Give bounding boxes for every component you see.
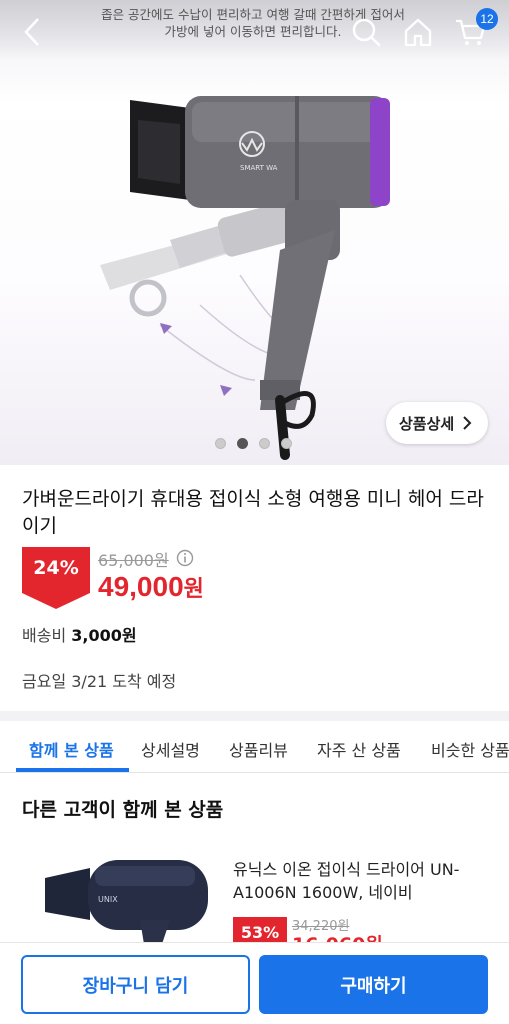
carousel-dot[interactable] — [281, 438, 292, 449]
shipping-label: 배송비 — [22, 626, 67, 645]
product-detail-label: 상품상세 — [399, 414, 455, 433]
shipping-fee: 3,000원 — [71, 626, 137, 645]
carousel-indicator — [215, 438, 292, 449]
svg-text:SMART WA: SMART WA — [240, 164, 278, 172]
active-tab-indicator — [16, 768, 129, 772]
product-tabs: 함께 본 상품 상세설명 상품리뷰 자주 산 상품 비슷한 상품 — [0, 721, 509, 773]
recommended-product-name[interactable]: 유닉스 이온 접이식 드라이어 UN-A1006N 1600W, 네이비 — [233, 858, 493, 904]
product-title: 가벼운드라이기 휴대용 접이식 소형 여행용 미니 헤어 드라이기 — [22, 488, 484, 537]
recommended-brand-mark: UNIX — [98, 895, 118, 904]
shipping-info: 배송비 3,000원 — [22, 622, 137, 646]
add-to-cart-button[interactable]: 장바구니 담기 — [21, 955, 250, 1014]
tab-similar-products[interactable]: 비슷한 상품 — [431, 737, 509, 761]
tab-viewed-together[interactable]: 함께 본 상품 — [29, 737, 114, 761]
recommend-section-title: 다른 고객이 함께 본 상품 — [22, 799, 224, 821]
chevron-right-icon — [463, 416, 472, 430]
buy-now-button[interactable]: 구매하기 — [259, 955, 488, 1014]
top-navigation-bar: 좁은 공간에도 수납이 편리하고 여행 갈때 간편하게 접어서 가방에 넣어 이… — [0, 0, 509, 62]
discount-badge: 24% — [22, 547, 90, 609]
arrival-estimate: 금요일 3/21 도착 예정 — [22, 672, 177, 691]
sale-price-currency: 원 — [183, 577, 204, 602]
hair-dryer-product-image: SMART WA — [100, 96, 390, 460]
tab-description[interactable]: 상세설명 — [141, 737, 200, 761]
carousel-dot[interactable] — [215, 438, 226, 449]
section-divider — [0, 711, 509, 721]
tab-frequently-bought[interactable]: 자주 산 상품 — [317, 737, 401, 761]
tab-reviews[interactable]: 상품리뷰 — [229, 737, 288, 761]
product-image-carousel[interactable]: SMART WA 좁은 공간에도 수납이 편리하고 여행 갈때 간편하게 접어서… — [0, 0, 509, 465]
home-icon — [404, 18, 432, 47]
home-button[interactable] — [398, 12, 438, 52]
product-detail-button[interactable]: 상품상세 — [386, 402, 488, 444]
info-icon[interactable] — [176, 549, 194, 567]
discount-rate: 24% — [33, 557, 79, 579]
back-button[interactable] — [12, 12, 52, 52]
bottom-action-bar: 장바구니 담기 구매하기 — [0, 942, 509, 1024]
back-icon — [24, 18, 39, 46]
recommended-product-image[interactable]: UNIX — [20, 850, 210, 950]
carousel-dot[interactable] — [237, 438, 248, 449]
original-price: 65,000원 — [98, 551, 169, 570]
sale-price-amount: 49,000 — [98, 571, 184, 602]
cart-count-badge: 12 — [476, 8, 498, 30]
search-icon — [352, 18, 381, 47]
carousel-dot[interactable] — [259, 438, 270, 449]
search-button[interactable] — [346, 12, 386, 52]
sale-price: 49,000원 — [98, 571, 204, 603]
